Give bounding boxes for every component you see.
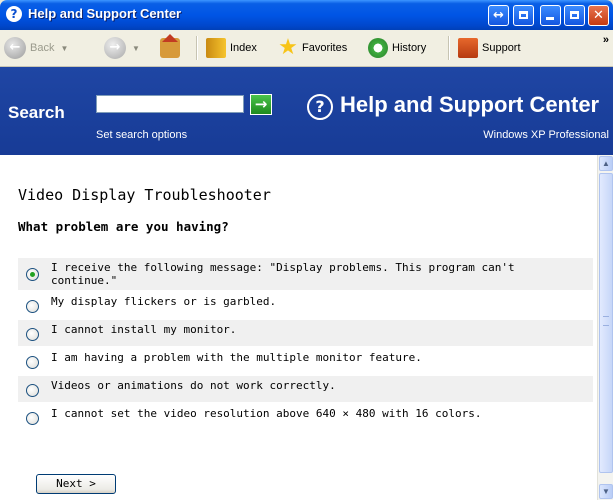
home-icon [160, 34, 180, 58]
support-label: Support [482, 42, 521, 54]
radio-button[interactable] [26, 412, 39, 425]
scroll-down-arrow-icon[interactable]: ▼ [599, 484, 613, 499]
index-button[interactable]: Index [206, 36, 257, 60]
scroll-up-arrow-icon[interactable]: ▲ [599, 156, 613, 171]
chevron-down-icon: ▼ [132, 43, 140, 53]
favorites-label: Favorites [302, 42, 348, 54]
set-search-options-link[interactable]: Set search options [96, 129, 187, 141]
option-label: I am having a problem with the multiple … [51, 351, 422, 364]
option-label: I cannot set the video resolution above … [51, 407, 482, 420]
radio-button[interactable] [26, 356, 39, 369]
option-label: I cannot install my monitor. [51, 323, 237, 336]
back-nav-icon[interactable]: ↔ [488, 5, 509, 26]
radio-button[interactable] [26, 384, 39, 397]
page-title: Video Display Troubleshooter [18, 186, 271, 204]
option-row[interactable]: I am having a problem with the multiple … [18, 348, 593, 374]
support-icon [458, 38, 478, 58]
support-button[interactable]: Support [458, 36, 521, 60]
favorites-button[interactable]: ★ Favorites [278, 36, 347, 60]
help-icon: ? [6, 6, 22, 22]
option-row[interactable]: Videos or animations do not work correct… [18, 376, 593, 402]
option-row[interactable]: My display flickers or is garbled. [18, 292, 593, 318]
header-band: Search → Set search options ? Help and S… [0, 67, 613, 155]
option-label: Videos or animations do not work correct… [51, 379, 336, 392]
toolbar-overflow-chevron-icon[interactable]: » [603, 34, 609, 46]
option-row[interactable]: I receive the following message: "Displa… [18, 258, 593, 290]
radio-button[interactable] [26, 300, 39, 313]
forward-arrow-icon: → [104, 37, 126, 59]
search-label: Search [8, 103, 65, 122]
favorites-star-icon: ★ [278, 35, 298, 60]
index-book-icon [206, 38, 226, 58]
change-view-button[interactable] [513, 5, 534, 26]
window-title: Help and Support Center [28, 6, 182, 21]
history-button[interactable]: History [368, 36, 426, 60]
radio-button[interactable] [26, 328, 39, 341]
content-pane: Video Display Troubleshooter What proble… [0, 155, 597, 500]
title-bar[interactable]: ? Help and Support Center ↔ ✕ [0, 0, 613, 30]
option-label: I receive the following message: "Displa… [51, 261, 515, 287]
maximize-button[interactable] [564, 5, 585, 26]
option-label: My display flickers or is garbled. [51, 295, 277, 308]
header-title: Help and Support Center [340, 92, 600, 117]
home-button[interactable] [160, 34, 184, 60]
radio-button-selected[interactable] [26, 268, 39, 281]
forward-button[interactable]: → ▼ [104, 36, 140, 60]
back-label: Back [30, 42, 55, 54]
option-row[interactable]: I cannot set the video resolution above … [18, 404, 593, 430]
next-button[interactable]: Next > [36, 474, 116, 494]
history-icon [368, 38, 388, 58]
minimize-button[interactable] [540, 5, 561, 26]
option-row[interactable]: I cannot install my monitor. [18, 320, 593, 346]
scrollbar-thumb[interactable] [599, 173, 613, 473]
back-arrow-icon: ← [4, 37, 26, 59]
header-subtitle: Windows XP Professional [483, 129, 609, 141]
question-heading: What problem are you having? [18, 219, 229, 234]
search-input[interactable] [96, 95, 244, 113]
toolbar: ← Back ▼ → ▼ Index ★ Favorites History S… [0, 30, 613, 67]
history-label: History [392, 42, 427, 54]
search-go-button[interactable]: → [250, 94, 272, 115]
close-button[interactable]: ✕ [588, 5, 609, 26]
chevron-down-icon: ▼ [60, 43, 69, 53]
help-support-icon: ? [307, 94, 333, 120]
vertical-scrollbar[interactable]: ▲ ▼ [597, 155, 613, 500]
index-label: Index [230, 42, 257, 54]
back-button[interactable]: ← Back ▼ [4, 36, 68, 60]
